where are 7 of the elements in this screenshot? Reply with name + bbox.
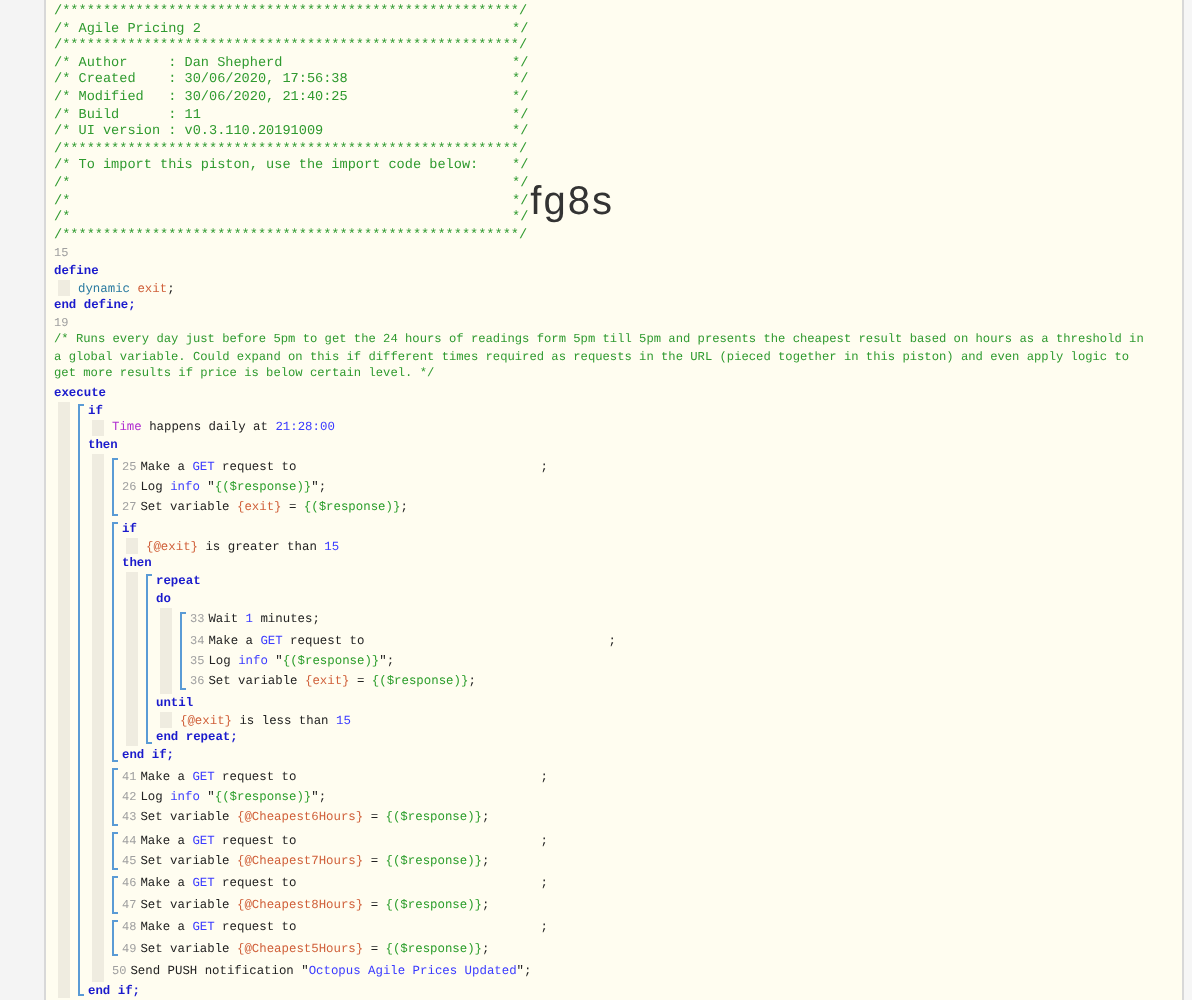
- block-bracket: [112, 767, 118, 826]
- block-bracket: [180, 611, 186, 691]
- block-bracket: [112, 919, 118, 957]
- block-bracket: [112, 831, 118, 870]
- block-bracket: [112, 875, 118, 914]
- import-code: fg8s: [530, 181, 614, 222]
- block-bracket: [112, 457, 118, 517]
